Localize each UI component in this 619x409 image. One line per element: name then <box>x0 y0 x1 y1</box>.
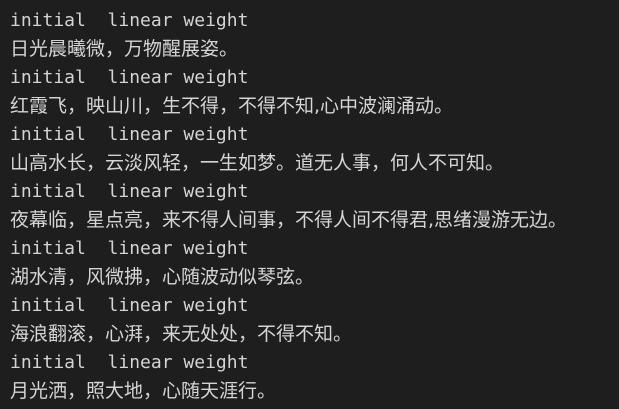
output-text: 海浪翻滚，心湃，来无处处，不得不知。 <box>10 323 353 345</box>
output-text: 月光洒，照大地，心随天涯行。 <box>10 380 277 402</box>
output-entry: initial linear weight 日光晨曦微，万物醒展姿。 <box>10 8 619 65</box>
output-entry: initial linear weight 山高水长，云淡风轻，一生如梦。道无人… <box>10 122 619 179</box>
output-text: 夜幕临，星点亮，来不得人间事，不得人间不得君,思绪漫游无边。 <box>10 209 568 231</box>
output-text: 山高水长，云淡风轻，一生如梦。道无人事，何人不可知。 <box>10 152 505 174</box>
output-label: initial linear weight <box>10 10 249 31</box>
output-label: initial linear weight <box>10 181 249 202</box>
output-text: 湖水清，风微拂，心随波动似琴弦。 <box>10 266 315 288</box>
output-label: initial linear weight <box>10 352 249 373</box>
output-entry: initial linear weight 海浪翻滚，心湃，来无处处，不得不知。 <box>10 293 619 350</box>
console-output: initial linear weight 日光晨曦微，万物醒展姿。 initi… <box>0 0 619 409</box>
output-text: 日光晨曦微，万物醒展姿。 <box>10 38 239 60</box>
output-entry: initial linear weight 湖水清，风微拂，心随波动似琴弦。 <box>10 236 619 293</box>
output-entry: initial linear weight 月光洒，照大地，心随天涯行。 <box>10 350 619 407</box>
output-label: initial linear weight <box>10 295 249 316</box>
output-label: initial linear weight <box>10 67 249 88</box>
output-entry: initial linear weight 红霞飞，映山川，生不得，不得不知,心… <box>10 65 619 122</box>
output-text: 红霞飞，映山川，生不得，不得不知,心中波澜涌动。 <box>10 95 454 117</box>
output-label: initial linear weight <box>10 124 249 145</box>
output-entry: initial linear weight 夜幕临，星点亮，来不得人间事，不得人… <box>10 179 619 236</box>
output-label: initial linear weight <box>10 238 249 259</box>
